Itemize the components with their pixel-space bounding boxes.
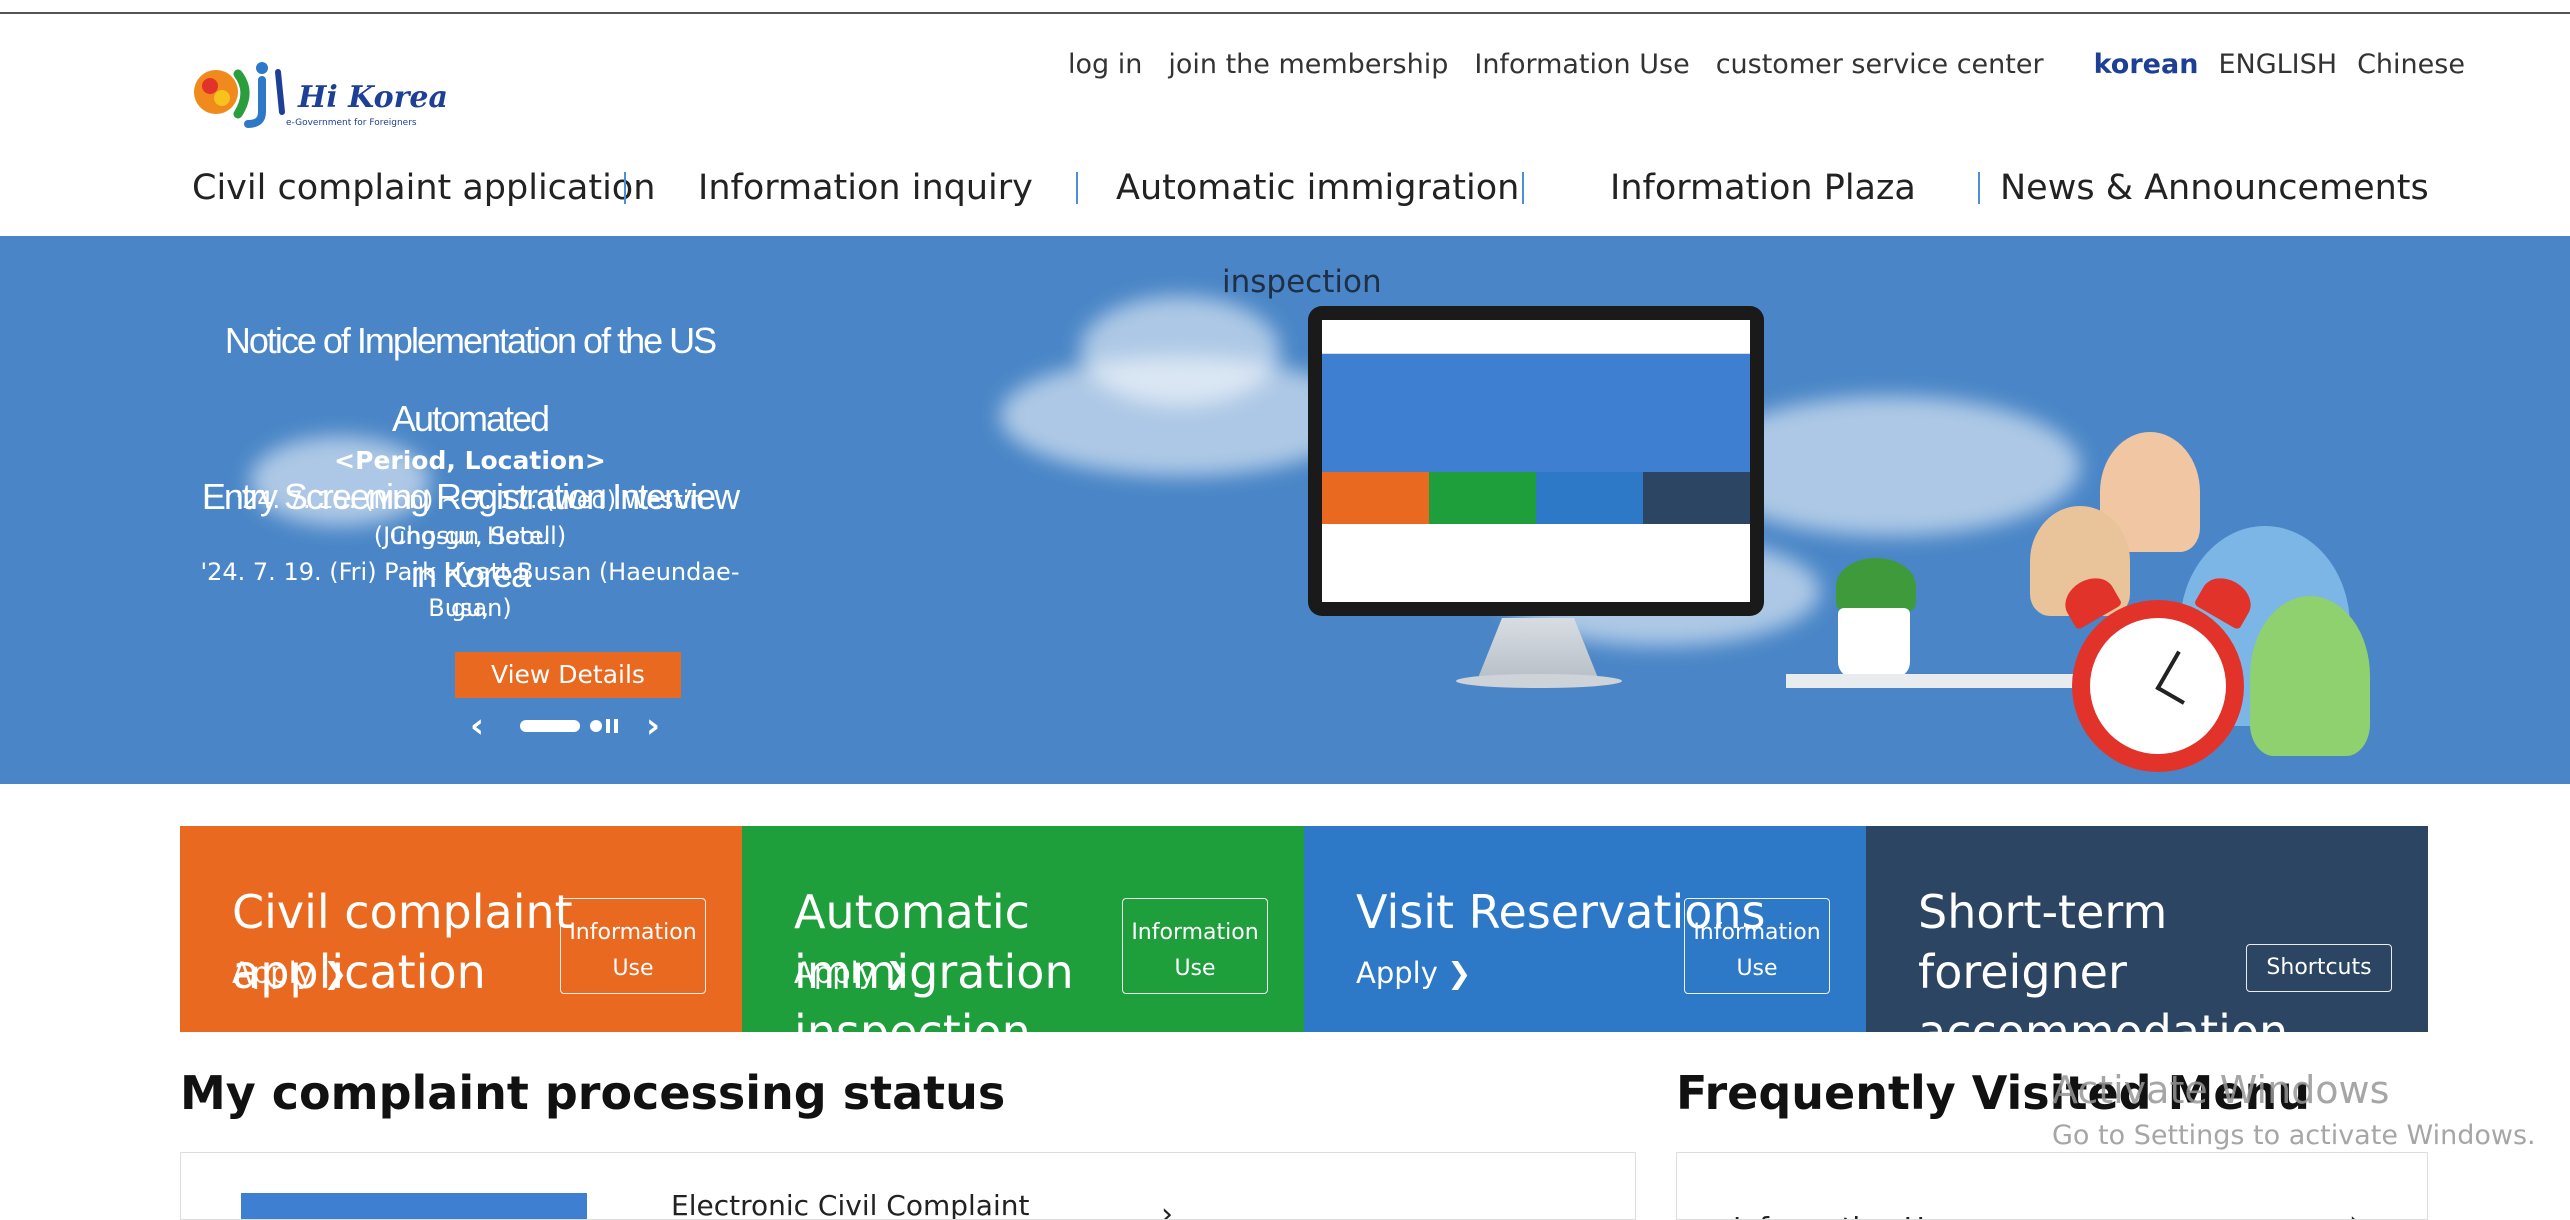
customer-service-link[interactable]: customer service center bbox=[1716, 49, 2044, 80]
nav-divider bbox=[1076, 172, 1078, 204]
tile-apply-label: Apply bbox=[232, 956, 314, 990]
tile-civil-complaint[interactable]: Civil complaint application Apply ❯ Info… bbox=[180, 826, 742, 1032]
electronic-complaint-link[interactable]: Electronic Civil Complaint bbox=[671, 1189, 1029, 1219]
tile-info-use-button[interactable]: Information Use bbox=[1684, 898, 1830, 994]
nav-information-plaza[interactable]: Information Plaza bbox=[1610, 160, 1916, 216]
nav-divider bbox=[1978, 172, 1980, 204]
complaint-status-title: My complaint processing status bbox=[180, 1066, 1006, 1120]
tile-short-term-accommodation[interactable]: Short-term foreigner accommodation repor… bbox=[1866, 826, 2428, 1119]
watermark-line: Activate Windows bbox=[2052, 1068, 2390, 1112]
chevron-right-icon: ❯ bbox=[1447, 956, 1472, 990]
slider-dot[interactable] bbox=[590, 720, 602, 732]
service-tiles: Civil complaint application Apply ❯ Info… bbox=[180, 826, 2428, 1119]
nav-divider bbox=[624, 172, 626, 204]
slider-controls: ‹ › bbox=[462, 706, 668, 746]
cloud-decoration bbox=[1080, 296, 1280, 406]
lang-chinese[interactable]: Chinese bbox=[2357, 49, 2465, 80]
nav-overflow-text: inspection bbox=[1222, 264, 1382, 300]
utility-nav: log in join the membership Information U… bbox=[1068, 44, 2485, 84]
status-graphic bbox=[241, 1193, 587, 1219]
monitor-screen bbox=[1322, 320, 1750, 602]
slider-prev-icon[interactable]: ‹ bbox=[462, 706, 492, 746]
tile-automatic-immigration[interactable]: Automatic immigration inspection Apply ❯… bbox=[742, 826, 1304, 1059]
nav-news-announcements[interactable]: News & Announcements bbox=[2000, 160, 2429, 216]
person-illustration bbox=[2250, 596, 2370, 756]
chevron-right-icon[interactable]: › bbox=[2349, 1205, 2361, 1219]
logo-text: Hi Korea bbox=[298, 80, 448, 115]
monitor-illustration bbox=[1308, 306, 1764, 616]
view-details-button[interactable]: View Details bbox=[455, 652, 681, 698]
lang-english[interactable]: ENGLISH bbox=[2218, 49, 2337, 80]
slider-active-indicator[interactable] bbox=[520, 720, 580, 732]
tile-apply-label: Apply bbox=[1356, 956, 1438, 990]
lang-korean[interactable]: korean bbox=[2094, 49, 2199, 80]
nav-civil-complaint[interactable]: Civil complaint application bbox=[192, 160, 655, 216]
hero-banner: inspection Notice of Implementation of t… bbox=[0, 236, 2570, 784]
nav-automatic-immigration[interactable]: Automatic immigration bbox=[1116, 160, 1519, 216]
logo-emblem-icon bbox=[194, 62, 285, 128]
tile-visit-reservations[interactable]: Visit Reservations Apply ❯ Information U… bbox=[1304, 826, 1866, 1032]
nav-information-inquiry[interactable]: Information inquiry bbox=[698, 160, 1033, 216]
hero-detail-line: (Jung-gu, Seoul) bbox=[373, 522, 567, 550]
tile-apply-link[interactable]: Apply ❯ bbox=[232, 956, 347, 990]
tile-info-use-button[interactable]: Information Use bbox=[560, 898, 706, 994]
tile-apply-label: Apply bbox=[794, 956, 876, 990]
plant-pot bbox=[1838, 608, 1910, 678]
chevron-right-icon[interactable]: › bbox=[1161, 1197, 1173, 1219]
tile-shortcuts-button[interactable]: Shortcuts bbox=[2246, 944, 2392, 992]
hikorea-logo[interactable]: Hi Korea e-Government for Foreigners bbox=[190, 52, 450, 132]
watermark-line: Go to Settings to activate Windows. bbox=[2052, 1120, 2536, 1151]
plant-leaves bbox=[1836, 558, 1916, 614]
language-selector: korean ENGLISH Chinese bbox=[2094, 49, 2485, 80]
activate-windows-watermark: Activate Windows Go to Settings to activ… bbox=[2052, 1068, 2536, 1151]
tile-apply-link[interactable]: Apply ❯ bbox=[794, 956, 909, 990]
top-border-line bbox=[0, 12, 2570, 14]
information-use-link[interactable]: Information Use bbox=[1474, 49, 1689, 80]
tile-apply-link[interactable]: Apply ❯ bbox=[1356, 956, 1471, 990]
hero-detail-line: Busan) bbox=[428, 594, 512, 622]
monitor-stand-base bbox=[1456, 674, 1622, 688]
main-nav: Civil complaint application Information … bbox=[192, 160, 2432, 216]
tile-info-use-button[interactable]: Information Use bbox=[1122, 898, 1268, 994]
alarm-clock-illustration bbox=[2057, 569, 2259, 772]
login-link[interactable]: log in bbox=[1068, 49, 1142, 80]
chevron-right-icon: ❯ bbox=[323, 956, 348, 990]
slider-pause-icon[interactable] bbox=[606, 719, 618, 733]
frequent-menu-panel: Information Use › bbox=[1676, 1152, 2428, 1220]
join-membership-link[interactable]: join the membership bbox=[1168, 49, 1448, 80]
hero-period-heading: <Period, Location> bbox=[334, 446, 606, 475]
logo-subtitle: e-Government for Foreigners bbox=[286, 118, 417, 128]
slider-next-icon[interactable]: › bbox=[638, 706, 668, 746]
hero-title-line: Notice of Implementation of the US Autom… bbox=[224, 320, 717, 439]
nav-divider bbox=[1522, 172, 1524, 204]
complaint-status-panel: Electronic Civil Complaint › bbox=[180, 1152, 1636, 1220]
chevron-right-icon: ❯ bbox=[885, 956, 910, 990]
frequent-item-information-use[interactable]: Information Use bbox=[1733, 1211, 1956, 1219]
